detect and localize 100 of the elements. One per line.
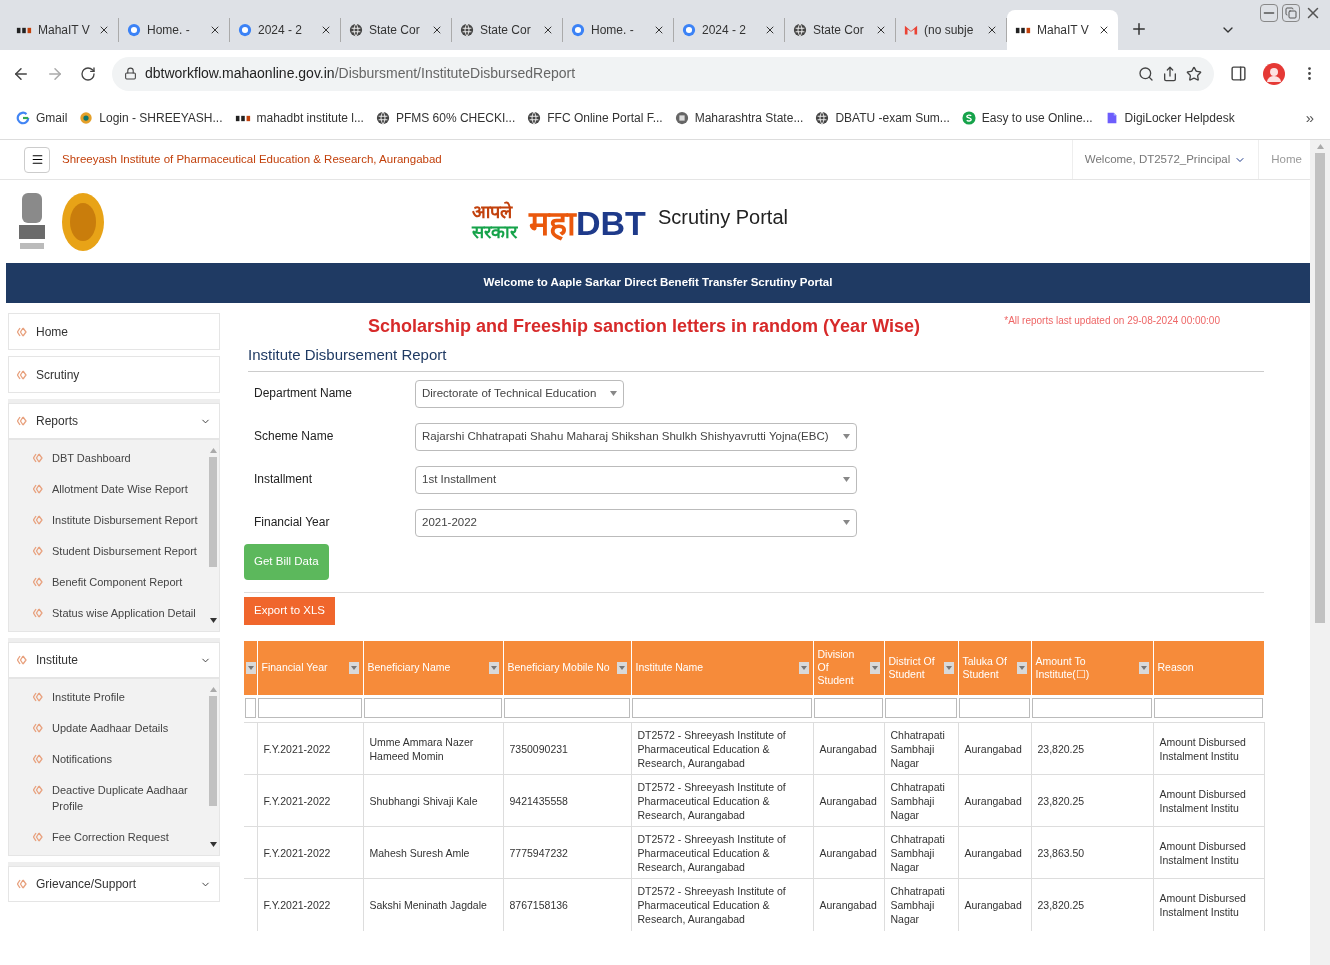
filter-input[interactable] — [959, 698, 1030, 719]
diamond-bullet-icon — [17, 326, 28, 337]
reload-icon[interactable] — [80, 65, 96, 82]
close-icon[interactable] — [1098, 24, 1110, 36]
filter-input[interactable] — [504, 698, 630, 719]
bookmark[interactable]: DBATU -exam Sum... — [815, 109, 950, 127]
bookmark[interactable]: Login - SHREEYASH... — [79, 109, 223, 127]
close-icon[interactable] — [431, 24, 443, 36]
minimize-icon[interactable] — [1260, 4, 1278, 22]
select-field[interactable]: Directorate of Technical Education — [415, 379, 624, 408]
filter-input[interactable] — [245, 698, 256, 719]
filter-dropdown-icon[interactable] — [1016, 661, 1027, 674]
browser-tab[interactable]: 2024 - 2 — [674, 18, 785, 42]
table-cell: Chhatrapati Sambhaji Nagar — [884, 722, 958, 775]
filter-input[interactable] — [632, 698, 812, 719]
url-text: dbtworkflow.mahaonline.gov.in/Disbursment/InstituteDisbursedReport — [145, 64, 577, 83]
table-cell: Aurangabad — [813, 774, 884, 827]
diamond-bullet-icon — [33, 546, 44, 556]
table-cell: Amount Disbursed Instalment Institu — [1153, 774, 1264, 827]
filter-input[interactable] — [814, 698, 883, 719]
sidebar-group-header[interactable]: Institute — [8, 642, 220, 678]
page-scrollbar[interactable] — [1310, 140, 1330, 965]
zoom-icon[interactable] — [1138, 65, 1154, 82]
browser-tab[interactable]: 2024 - 2 — [230, 18, 341, 42]
bookmark[interactable]: Easy to use Online... — [961, 109, 1093, 127]
filter-dropdown-icon[interactable] — [246, 661, 256, 674]
more-bookmarks[interactable]: » — [1305, 106, 1314, 130]
bookmark[interactable]: Gmail — [16, 109, 68, 127]
diamond-bullet-icon — [17, 879, 28, 889]
institute-name: Shreeyash Institute of Pharmaceutical Education & Research, Aurangabad — [62, 151, 443, 167]
filter-dropdown-icon[interactable] — [616, 661, 627, 674]
hamburger-button[interactable] — [24, 146, 50, 173]
submenu-item[interactable]: Update Aadhaar Details — [33, 720, 203, 736]
filter-dropdown-icon[interactable] — [869, 661, 880, 674]
close-icon[interactable] — [764, 24, 776, 36]
scroll-up-icon — [209, 448, 217, 453]
filter-dropdown-icon[interactable] — [1138, 661, 1149, 674]
bookmark[interactable]: FFC Online Portal F... — [527, 109, 663, 127]
sidebar-item[interactable]: Home — [8, 313, 220, 350]
submenu-item[interactable]: Benefit Component Report — [33, 574, 203, 590]
close-icon[interactable] — [875, 24, 887, 36]
close-icon[interactable] — [209, 24, 221, 36]
restore-icon[interactable] — [1282, 4, 1300, 22]
submenu-item[interactable]: Deactive Duplicate Aadhaar Profile — [33, 782, 203, 814]
table-cell: Amount Disbursed Instalment Institu — [1153, 826, 1264, 879]
side-panel-icon[interactable] — [1230, 65, 1247, 82]
browser-tab[interactable]: MahaIT V — [1007, 10, 1118, 50]
table-cell: DT2572 - Shreeyash Institute of Pharmaceutical Education & Research, Aurangabad — [631, 826, 813, 879]
filter-input[interactable] — [1032, 698, 1152, 719]
submenu-item[interactable]: Fee Correction Request — [33, 829, 203, 845]
new-tab-icon[interactable] — [1130, 20, 1148, 38]
filter-input[interactable] — [1154, 698, 1263, 719]
select-field[interactable]: 1st Installment — [415, 465, 857, 494]
submenu-item[interactable]: Institute Profile — [33, 689, 203, 705]
diamond-bullet-icon — [33, 453, 44, 463]
select-field[interactable]: 2021-2022 — [415, 508, 857, 537]
filter-dropdown-icon[interactable] — [798, 661, 809, 674]
address-bar[interactable]: dbtworkflow.mahaonline.gov.in/Disbursment/InstituteDisbursedReport — [112, 56, 1214, 91]
bookmark[interactable]: Maharashtra State... — [674, 109, 804, 127]
browser-tab[interactable]: MahaIT V — [8, 18, 119, 42]
browser-tab[interactable]: State Cor — [341, 18, 452, 42]
sidebar-group-header[interactable]: Grievance/Support — [8, 866, 220, 902]
user-menu[interactable]: Welcome, DT2572_Principal — [1071, 140, 1260, 179]
table-cell: F.Y.2021-2022 — [257, 722, 363, 775]
filter-dropdown-icon[interactable] — [488, 661, 499, 674]
filter-dropdown-icon[interactable] — [943, 661, 954, 674]
sidebar-item[interactable]: Scrutiny — [8, 356, 220, 393]
avatar-icon[interactable] — [1263, 62, 1285, 85]
close-icon[interactable] — [320, 24, 332, 36]
star-icon[interactable] — [1186, 65, 1202, 82]
submenu-item[interactable]: Student Disbursement Report — [33, 543, 203, 559]
table-cell: Aurangabad — [958, 878, 1031, 931]
submenu-item[interactable]: Institute Disbursement Report — [33, 512, 203, 528]
update-note: *All reports last updated on 29-08-2024 00:00:00 — [1004, 314, 1220, 328]
g-logo-icon — [16, 111, 30, 125]
browser-tab[interactable]: State Cor — [452, 18, 563, 42]
select-field[interactable]: Rajarshi Chhatrapati Shahu Maharaj Shikshan Shulkh Shishyavrutti Yojna(EBC) — [415, 422, 857, 451]
bookmark[interactable]: DigiLocker Helpdesk — [1104, 109, 1235, 127]
submenu-item[interactable]: DBT Dashboard — [33, 450, 203, 466]
submenu-item[interactable]: Allotment Date Wise Report — [33, 481, 203, 497]
submenu-item[interactable]: Status wise Application Detail — [33, 605, 203, 621]
close-icon[interactable] — [653, 24, 665, 36]
browser-tab[interactable]: Home. - — [119, 18, 230, 42]
filter-input[interactable] — [364, 698, 502, 719]
close-icon[interactable] — [542, 24, 554, 36]
submenu-item[interactable]: Notifications — [33, 751, 203, 767]
filter-input[interactable] — [885, 698, 957, 719]
table-cell: Aurangabad — [813, 722, 884, 775]
close-icon[interactable] — [98, 24, 110, 36]
share-icon[interactable] — [1162, 65, 1178, 82]
table-cell: Chhatrapati Sambhaji Nagar — [884, 878, 958, 931]
browser-tab[interactable]: State Cor — [785, 18, 896, 42]
globe-icon — [460, 23, 474, 37]
browser-tab[interactable]: Home. - — [563, 18, 674, 42]
sidebar-group-header[interactable]: Reports — [8, 403, 220, 439]
bookmark[interactable]: mahadbt institute l... — [234, 109, 364, 127]
filter-input[interactable] — [258, 698, 362, 719]
bookmark[interactable]: PFMS 60% CHECKI... — [375, 109, 516, 127]
close-icon[interactable] — [986, 24, 998, 36]
filter-dropdown-icon[interactable] — [348, 661, 359, 674]
